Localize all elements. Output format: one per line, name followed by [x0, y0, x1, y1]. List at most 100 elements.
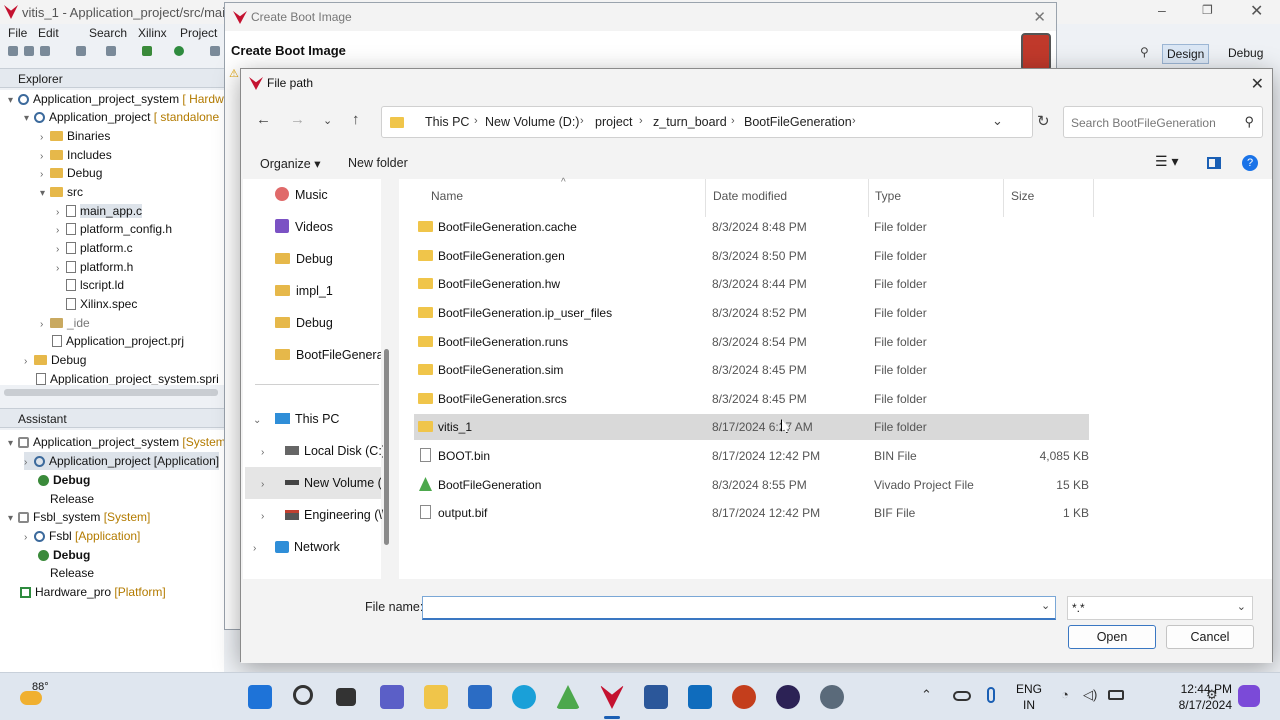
column-divider[interactable] [705, 179, 706, 217]
preview-pane-icon[interactable] [1207, 157, 1221, 169]
back-arrow-icon[interactable]: ← [256, 111, 271, 128]
menu-edit[interactable]: Edit [38, 26, 59, 40]
address-bar[interactable]: This PC › New Volume (D:) › project › z_… [381, 106, 1050, 138]
tree-item[interactable]: ▾ Fsbl_system [System] [8, 508, 150, 526]
assistant-tab[interactable]: Assistant [18, 412, 67, 426]
explorer-tab[interactable]: Explorer [18, 72, 63, 86]
tree-item[interactable]: › Debug [40, 164, 102, 182]
file-row[interactable]: BootFileGeneration.cache 8/3/2024 8:48 PM… [414, 214, 1089, 240]
search-icon[interactable] [293, 685, 313, 705]
column-divider[interactable] [1003, 179, 1004, 217]
nav-item-new-volume[interactable]: ›New Volume (D [245, 467, 381, 499]
refresh-icon[interactable]: ↻ [1037, 112, 1050, 130]
help-icon[interactable]: ? [1242, 155, 1258, 171]
file-row-selected[interactable]: vitis_1 8/17/2024 6:27 AM File folder [414, 414, 1089, 440]
onedrive-icon[interactable] [953, 691, 971, 701]
maximize-icon[interactable]: ❐ [1202, 3, 1213, 17]
recent-chevron-icon[interactable]: ⌄ [323, 114, 332, 127]
file-row[interactable]: BOOT.bin 8/17/2024 12:42 PM BIN File 4,085 … [414, 443, 1089, 469]
tree-item[interactable]: Application_project.prj [52, 332, 184, 350]
start-icon[interactable] [248, 685, 272, 709]
vivado-icon[interactable] [556, 685, 580, 709]
tree-item[interactable]: Xilinx.spec [66, 295, 137, 313]
nav-item-impl1[interactable]: impl_1 [275, 275, 333, 307]
file-row[interactable]: BootFileGeneration.hw 8/3/2024 8:44 PM Fil… [414, 271, 1089, 297]
file-row[interactable]: output.bif 8/17/2024 12:42 PM BIF File 1 KB [414, 500, 1089, 526]
file-row[interactable]: BootFileGeneration.runs 8/3/2024 8:54 PM F… [414, 329, 1089, 355]
column-type[interactable]: Type [875, 189, 901, 203]
eclipse-icon[interactable] [776, 685, 800, 709]
tree-item[interactable]: › platform.c [56, 239, 133, 257]
boot-dialog-close-icon[interactable]: ✕ [1033, 8, 1046, 26]
file-row[interactable]: BootFileGeneration.sim 8/3/2024 8:45 PM Fi… [414, 357, 1089, 383]
nav-item-videos[interactable]: Videos📌 [275, 211, 333, 243]
debug-icon[interactable] [142, 46, 152, 56]
up-arrow-icon[interactable]: ↑ [352, 111, 360, 128]
column-name[interactable]: Name [431, 189, 463, 203]
breadcrumb-project[interactable]: project [595, 115, 633, 129]
file-row[interactable]: BootFileGeneration.ip_user_files 8/3/2024… [414, 300, 1089, 326]
column-date-modified[interactable]: Date modified [713, 189, 787, 203]
notification-icon[interactable]: ⚙ [1206, 687, 1218, 703]
language-indicator[interactable]: ENG IN [1016, 681, 1042, 713]
breadcrumb-z-turn-board[interactable]: z_turn_board [653, 115, 727, 129]
search-box[interactable]: Search BootFileGeneration ⚲ [1063, 106, 1263, 138]
vitis-icon[interactable] [600, 685, 624, 709]
chevron-down-icon[interactable]: ⌄ [253, 405, 275, 435]
tree-item[interactable]: Release [38, 564, 94, 582]
tree-item[interactable]: › _ide [40, 314, 90, 332]
tree-item[interactable]: Debug [38, 546, 90, 564]
file-row[interactable]: BootFileGeneration.gen 8/3/2024 8:50 PM Fi… [414, 243, 1089, 269]
tree-item[interactable]: Application_project_system.spri [36, 370, 219, 385]
tree-item[interactable]: ▾ Application_project_system [System [8, 433, 224, 451]
minimize-icon[interactable]: – [1158, 2, 1166, 18]
outlook-icon[interactable] [688, 685, 712, 709]
forward-arrow-icon[interactable]: → [290, 111, 305, 128]
tree-item[interactable]: › Binaries [40, 127, 110, 145]
tree-item[interactable]: › main_app.c [56, 202, 143, 220]
tree-item[interactable]: › platform.h [56, 258, 133, 276]
tree-item[interactable]: lscript.ld [66, 276, 124, 294]
nav-item-debug-2[interactable]: Debug [275, 307, 333, 339]
wifi-icon[interactable]: ◔ [1061, 687, 1069, 702]
explorer-hscroll[interactable] [4, 389, 218, 396]
nav-item-debug[interactable]: Debug [275, 243, 333, 275]
nav-item-music[interactable]: Music📌 [275, 179, 328, 211]
file-explorer-icon[interactable] [424, 685, 448, 709]
view-options-icon[interactable]: ☰ ▾ [1155, 153, 1178, 170]
address-dropdown-icon[interactable]: ⌄ [992, 113, 1003, 129]
file-name-input[interactable] [422, 596, 1056, 620]
tree-item[interactable]: Debug [38, 471, 90, 489]
tree-item[interactable]: Hardware_pro [Platform] [20, 583, 166, 601]
word-icon[interactable] [644, 685, 668, 709]
file-type-select[interactable]: *.* ⌄ [1067, 596, 1253, 620]
new-icon[interactable] [8, 46, 18, 56]
design-perspective-button[interactable]: Design [1162, 44, 1210, 64]
tree-item[interactable]: › Includes [40, 146, 112, 164]
tree-item[interactable]: ▾ Application_project_system [ Hardw [8, 90, 224, 108]
copilot-icon[interactable] [1238, 685, 1260, 707]
menu-xilinx[interactable]: Xilinx [138, 26, 167, 40]
teams-icon[interactable] [380, 685, 404, 709]
menu-project[interactable]: Project [180, 26, 217, 40]
breadcrumb-this-pc[interactable]: This PC [425, 115, 469, 129]
nav-item-engineering[interactable]: › Engineering (\\ [261, 499, 385, 531]
organize-button[interactable]: Organize ▾ [260, 156, 320, 171]
nav-pane-scrollbar[interactable] [383, 183, 391, 579]
chevron-up-icon[interactable]: ⌃ [921, 687, 932, 703]
battery-icon[interactable] [1108, 690, 1124, 700]
save-icon[interactable] [24, 46, 34, 56]
cancel-button[interactable]: Cancel [1166, 625, 1254, 649]
nav-item-network[interactable]: › Network [253, 531, 340, 563]
menu-file[interactable]: File [8, 26, 27, 40]
powerpoint-icon[interactable] [732, 685, 756, 709]
new-folder-button[interactable]: New folder [348, 156, 408, 170]
tree-item[interactable]: › Fsbl [Application] [24, 527, 140, 545]
tree-item[interactable]: › Application_project [Application] [24, 452, 220, 470]
chevron-right-icon[interactable]: › [261, 501, 285, 531]
file-row[interactable]: BootFileGeneration 8/3/2024 8:55 PM Vivado… [414, 472, 1089, 498]
file-row[interactable]: BootFileGeneration.srcs 8/3/2024 8:45 PM F… [414, 386, 1089, 412]
tree-item[interactable]: › platform_config.h [56, 220, 172, 238]
chevron-right-icon[interactable]: › [261, 437, 285, 467]
breadcrumb-new-volume[interactable]: New Volume (D:) [485, 115, 579, 129]
